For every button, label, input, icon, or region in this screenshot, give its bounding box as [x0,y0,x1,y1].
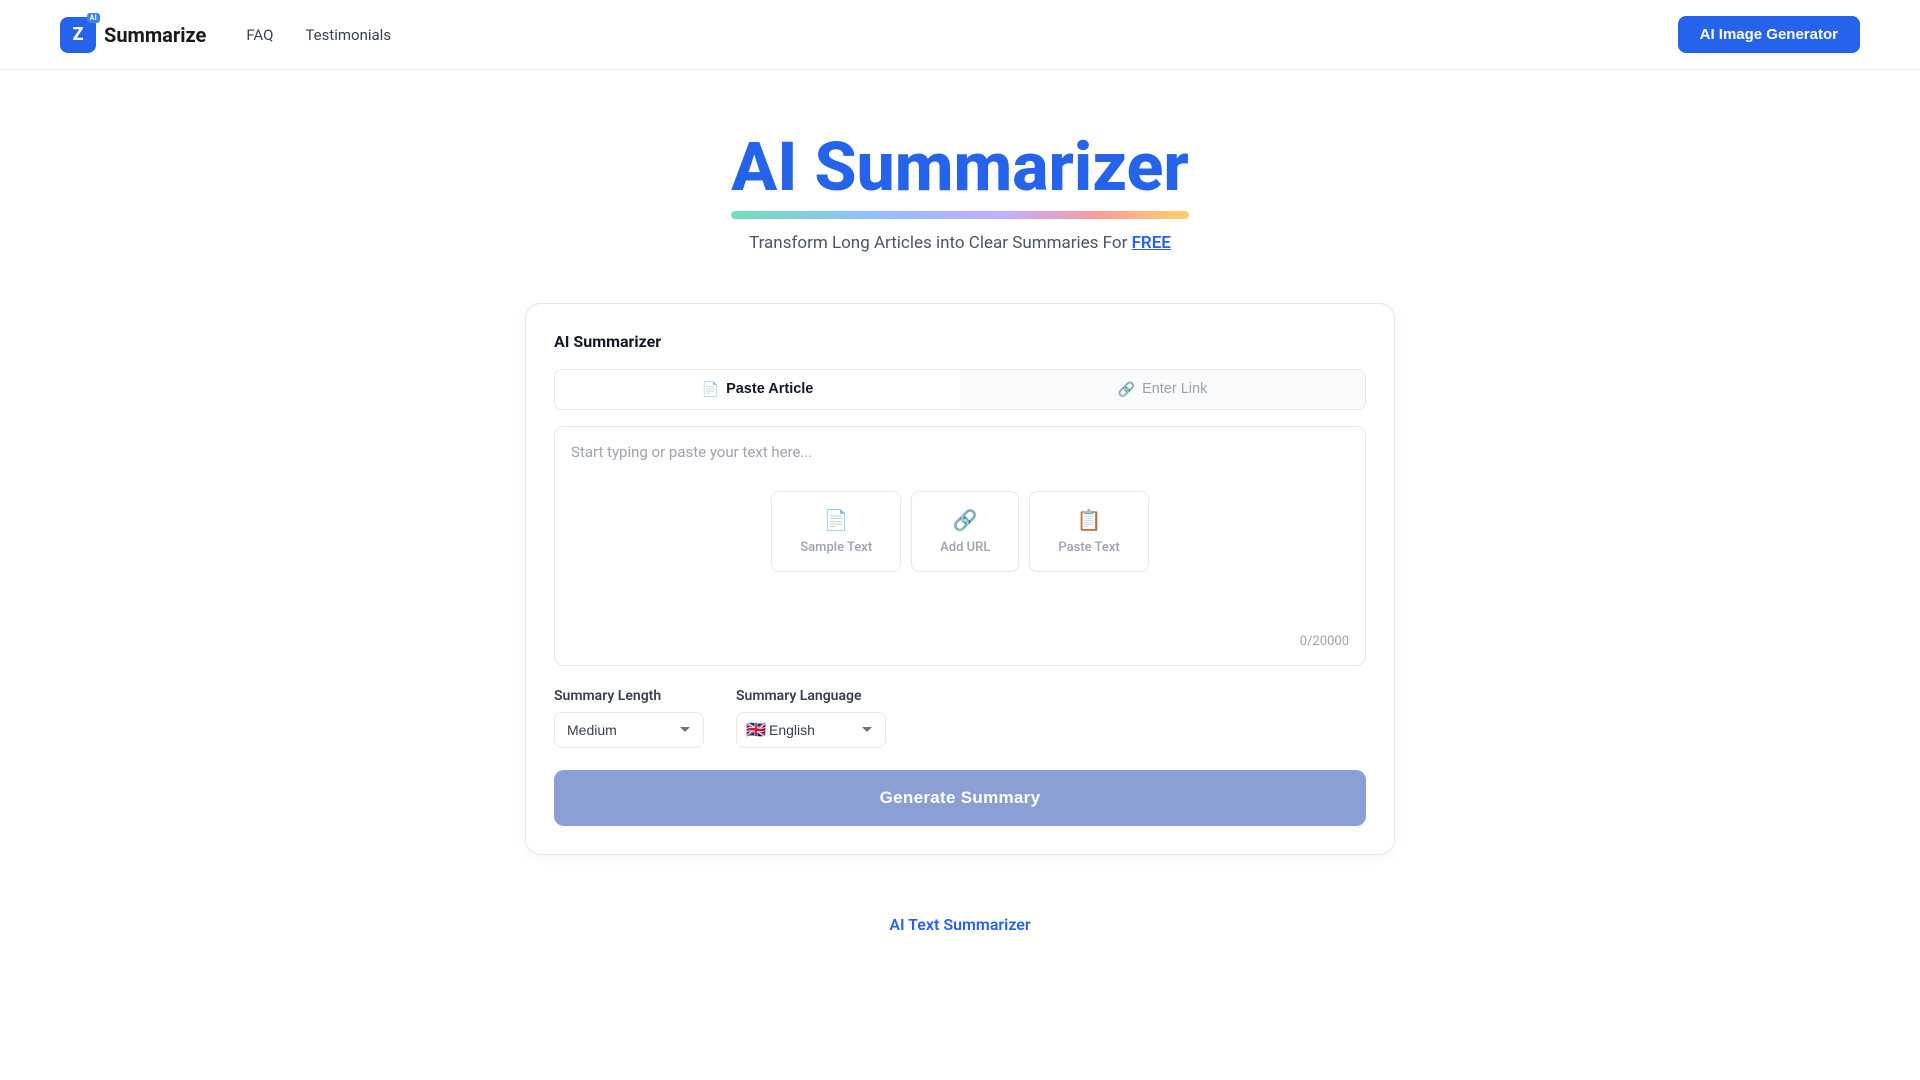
logo-badge: AI [87,13,100,23]
summary-language-group: Summary Language 🇬🇧 English Spanish Fren… [736,688,886,748]
tab-paste-article[interactable]: 📄 Paste Article [555,370,960,409]
text-input-area: Start typing or paste your text here... … [554,426,1366,666]
paste-text-icon: 📋 [1077,508,1102,532]
sample-text-card[interactable]: 📄 Sample Text [771,491,901,572]
add-url-icon: 🔗 [953,508,978,532]
paste-text-card[interactable]: 📋 Paste Text [1029,491,1148,572]
hero-subtitle-free: FREE [1132,233,1171,253]
paste-text-label: Paste Text [1058,540,1119,555]
hero-underline-decoration [731,211,1189,219]
add-url-card[interactable]: 🔗 Add URL [911,491,1019,572]
nav-testimonials[interactable]: Testimonials [305,26,391,44]
card-title: AI Summarizer [554,332,1366,351]
logo-letter: Z [73,24,84,45]
generate-summary-button[interactable]: Generate Summary [554,770,1366,826]
bottom-link[interactable]: AI Text Summarizer [889,915,1030,934]
paste-article-icon: 📄 [702,381,719,398]
logo-text: Summarize [104,23,206,47]
hero-subtitle: Transform Long Articles into Clear Summa… [749,233,1171,253]
tab-bar: 📄 Paste Article 🔗 Enter Link [554,369,1366,410]
summary-length-group: Summary Length Medium Short Long [554,688,704,748]
hero-subtitle-text: Transform Long Articles into Clear Summa… [749,233,1131,253]
tab-enter-link[interactable]: 🔗 Enter Link [960,370,1365,409]
sample-text-icon: 📄 [824,508,849,532]
summarizer-card: AI Summarizer 📄 Paste Article 🔗 Enter Li… [525,303,1395,855]
tab-paste-label: Paste Article [726,381,813,397]
ai-image-generator-button[interactable]: AI Image Generator [1678,16,1860,53]
bottom-section: AI Text Summarizer [0,855,1920,964]
logo-icon: Z AI [60,17,96,53]
action-cards-row: 📄 Sample Text 🔗 Add URL 📋 Paste Text [571,491,1349,572]
controls-row: Summary Length Medium Short Long Summary… [554,688,1366,748]
summary-language-select[interactable]: English Spanish French German [736,712,886,748]
textarea-placeholder: Start typing or paste your text here... [571,443,1349,461]
hero-title: AI Summarizer [731,130,1189,205]
tab-link-label: Enter Link [1142,381,1207,397]
nav-faq[interactable]: FAQ [246,26,273,44]
navbar: Z AI Summarize FAQ Testimonials AI Image… [0,0,1920,70]
add-url-label: Add URL [940,540,990,555]
language-select-wrapper: 🇬🇧 English Spanish French German [736,712,886,748]
enter-link-icon: 🔗 [1118,381,1135,398]
hero-section: AI Summarizer Transform Long Articles in… [0,70,1920,283]
char-count: 0/20000 [571,624,1349,649]
summary-language-label: Summary Language [736,688,886,704]
nav-links: FAQ Testimonials [246,26,1677,44]
sample-text-label: Sample Text [800,540,872,555]
logo-link[interactable]: Z AI Summarize [60,17,206,53]
summary-length-select[interactable]: Medium Short Long [554,712,704,748]
summary-length-label: Summary Length [554,688,704,704]
